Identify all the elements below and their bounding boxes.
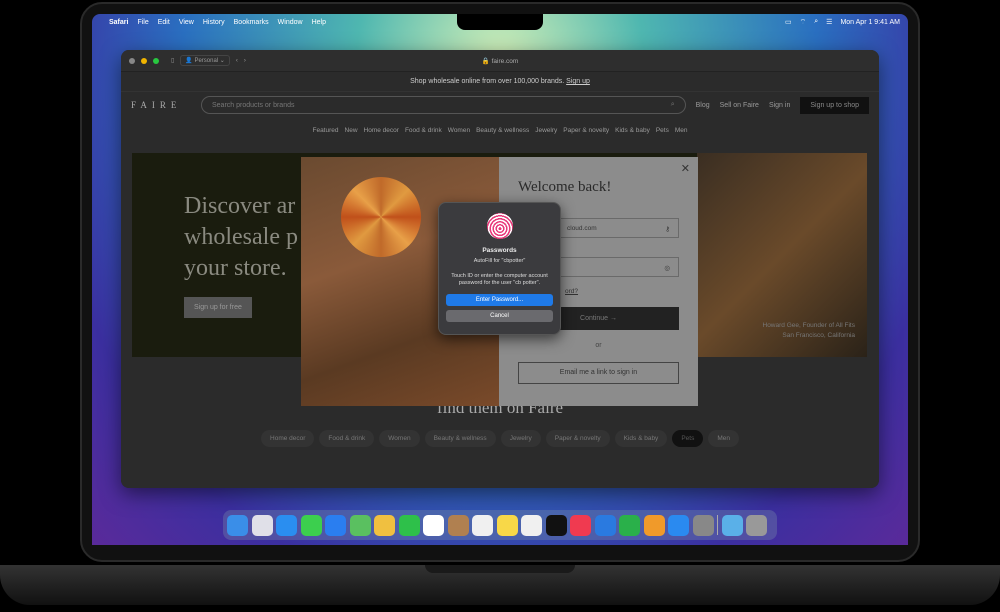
calendar-icon[interactable]: [423, 514, 444, 536]
email-value: cloud.com: [567, 225, 597, 232]
maps-icon[interactable]: [349, 514, 371, 536]
category-pill[interactable]: Paper & novelty: [545, 430, 610, 447]
photos-icon[interactable]: [374, 514, 395, 536]
category-9[interactable]: Pets: [656, 127, 669, 134]
trash-icon[interactable]: [746, 514, 767, 536]
nav-sell[interactable]: Sell on Faire: [720, 102, 759, 109]
nav-signin[interactable]: Sign in: [769, 102, 790, 109]
freeform-icon[interactable]: [521, 514, 542, 536]
address-bar[interactable]: 🔒 faire.com: [121, 57, 879, 65]
passwords-dialog: Passwords AutoFill for "cbpotter" Touch …: [438, 202, 561, 335]
category-4[interactable]: Women: [448, 127, 470, 134]
email-link-button[interactable]: Email me a link to sign in: [518, 362, 679, 384]
safari-icon[interactable]: [276, 514, 297, 536]
eye-off-icon[interactable]: ◎: [664, 264, 670, 272]
menu-bookmarks[interactable]: Bookmarks: [234, 19, 269, 26]
control-center-icon[interactable]: ☰: [826, 18, 832, 26]
pages-icon[interactable]: [643, 514, 665, 536]
category-pill[interactable]: Women: [379, 430, 420, 447]
menu-edit[interactable]: Edit: [158, 19, 170, 26]
key-icon[interactable]: ⚷: [665, 225, 670, 233]
web-page: Shop wholesale online from over 100,000 …: [121, 72, 879, 488]
search-placeholder: Search products or brands: [212, 101, 295, 109]
site-header: FAIRE Search products or brands ⌕ Blog Se…: [121, 92, 879, 118]
wifi-icon[interactable]: ⌔: [800, 18, 807, 27]
close-icon[interactable]: ✕: [681, 162, 690, 175]
category-5[interactable]: Beauty & wellness: [476, 127, 529, 134]
category-0[interactable]: Featured: [312, 127, 338, 134]
spotlight-icon[interactable]: ⌕: [814, 18, 818, 26]
dialog-message: Touch ID or enter the computer account p…: [451, 273, 548, 286]
notes-icon[interactable]: [496, 514, 518, 536]
search-icon[interactable]: ⌕: [671, 101, 675, 109]
banner-signup-link[interactable]: Sign up: [566, 78, 590, 85]
promo-banner: Shop wholesale online from over 100,000 …: [121, 72, 879, 92]
category-pill[interactable]: Home decor: [261, 430, 315, 447]
clock[interactable]: Mon Apr 1 9:41 AM: [840, 19, 900, 26]
menu-view[interactable]: View: [179, 19, 194, 26]
dock-divider: [717, 515, 718, 535]
category-3[interactable]: Food & drink: [405, 127, 442, 134]
safari-toolbar: ▯ 👤 Personal ⌄ ‹ › 🔒 faire.com: [121, 50, 879, 72]
reminders-icon[interactable]: [472, 514, 493, 536]
dialog-title: Passwords: [482, 247, 517, 254]
quote-name: Howard Gee, Founder of All Fits: [762, 322, 856, 329]
search-input[interactable]: Search products or brands ⌕: [201, 96, 686, 114]
laptop-lid-notch: [425, 565, 575, 573]
launchpad-icon[interactable]: [251, 514, 273, 536]
category-pill[interactable]: Beauty & wellness: [424, 430, 496, 447]
category-pills: Home decor Food & drink Women Beauty & well…: [121, 430, 879, 447]
category-pill[interactable]: Food & drink: [319, 430, 375, 447]
enter-password-button[interactable]: Enter Password...: [446, 294, 553, 306]
category-pill[interactable]: Pets: [672, 430, 704, 447]
tv-icon[interactable]: [545, 514, 567, 536]
menu-window[interactable]: Window: [278, 19, 303, 26]
downloads-icon[interactable]: [721, 514, 743, 536]
hero-signup-button[interactable]: Sign up for free: [184, 297, 252, 318]
or-divider: or: [595, 342, 602, 349]
facetime-icon[interactable]: [398, 514, 420, 536]
screen: Safari File Edit View History Bookmarks …: [92, 14, 908, 545]
category-2[interactable]: Home decor: [364, 127, 399, 134]
category-8[interactable]: Kids & baby: [615, 127, 650, 134]
menu-help[interactable]: Help: [312, 19, 326, 26]
category-pill[interactable]: Men: [708, 430, 739, 447]
menu-app[interactable]: Safari: [109, 19, 128, 26]
quote-place: San Francisco, California: [782, 332, 855, 339]
app-store-icon[interactable]: [668, 514, 689, 536]
touch-id-fingerprint-icon: [486, 213, 513, 239]
signup-button[interactable]: Sign up to shop: [800, 96, 869, 114]
menu-history[interactable]: History: [203, 19, 225, 26]
battery-icon[interactable]: ▭: [785, 18, 792, 26]
hero-quote: Howard Gee, Founder of All Fits San Franc…: [763, 321, 856, 341]
category-10[interactable]: Men: [675, 127, 688, 134]
category-pill[interactable]: Kids & baby: [614, 430, 668, 447]
music-icon[interactable]: [570, 514, 591, 536]
keynote-icon[interactable]: [594, 514, 616, 536]
category-6[interactable]: Jewelry: [535, 127, 557, 134]
category-7[interactable]: Paper & novelty: [563, 127, 609, 134]
paper-fan-image: [341, 177, 421, 257]
messages-icon[interactable]: [300, 514, 322, 536]
mail-icon[interactable]: [325, 514, 346, 536]
category-nav: Featured New Home decor Food & drink Women Be…: [121, 118, 879, 142]
numbers-icon[interactable]: [619, 514, 640, 536]
faire-logo[interactable]: FAIRE: [131, 100, 191, 110]
cancel-button[interactable]: Cancel: [446, 310, 553, 322]
category-1[interactable]: New: [345, 127, 358, 134]
dock: [223, 510, 777, 540]
forgot-password-link[interactable]: ord?: [565, 288, 578, 295]
banner-text: Shop wholesale online from over 100,000 …: [410, 78, 565, 85]
category-pill[interactable]: Jewelry: [500, 430, 541, 447]
camera-notch: [457, 14, 543, 30]
modal-title: Welcome back!: [518, 179, 612, 195]
safari-window: ▯ 👤 Personal ⌄ ‹ › 🔒 faire.com Shop whol…: [121, 50, 879, 488]
system-settings-icon[interactable]: [692, 514, 714, 536]
dialog-subtitle: AutoFill for "cbpotter": [473, 258, 526, 264]
finder-icon[interactable]: [227, 514, 248, 536]
contacts-icon[interactable]: [447, 514, 469, 536]
url-text: faire.com: [491, 58, 519, 65]
menu-file[interactable]: File: [137, 19, 148, 26]
nav-blog[interactable]: Blog: [696, 102, 710, 109]
